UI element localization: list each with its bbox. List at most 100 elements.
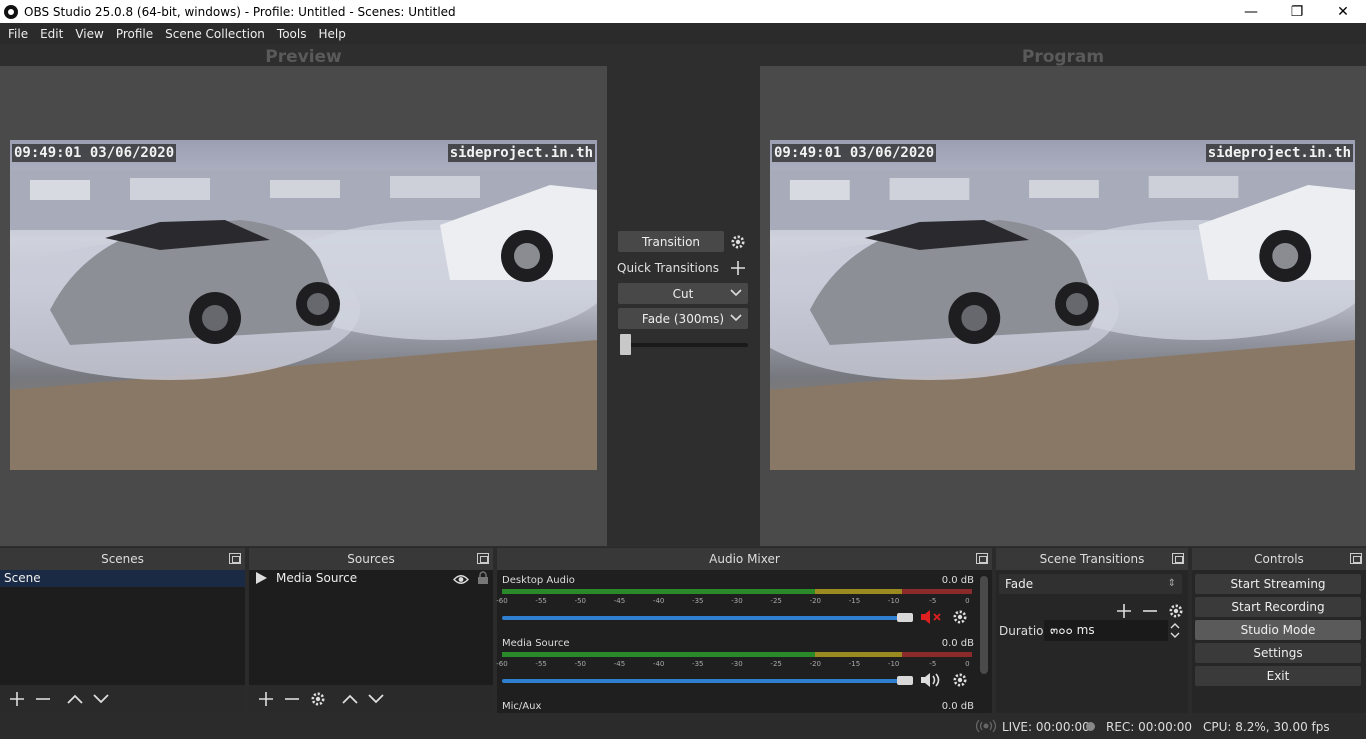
preview-timestamp: 09:49:01 03/06/2020 xyxy=(12,144,177,162)
settings-button[interactable]: Settings xyxy=(1195,643,1361,663)
scene-transitions-dock: Scene Transitions Fade ⇕ Duration ๓๐๐ ms xyxy=(996,548,1188,713)
volume-slider-handle[interactable] xyxy=(897,613,913,622)
tick-label: -35 xyxy=(692,597,704,605)
tick-label: -5 xyxy=(929,660,937,668)
duration-input[interactable]: ๓๐๐ ms xyxy=(1044,620,1168,641)
undock-icon[interactable] xyxy=(1350,553,1362,564)
chevron-down-icon xyxy=(730,312,742,326)
tick-label: -40 xyxy=(652,597,665,605)
fade-button[interactable]: Fade (300ms) xyxy=(618,308,748,329)
add-quick-transition-icon[interactable] xyxy=(728,258,748,278)
tick-label: -25 xyxy=(770,597,782,605)
speaker-icon[interactable] xyxy=(920,672,944,691)
move-up-icon[interactable] xyxy=(337,686,363,712)
add-scene-icon[interactable] xyxy=(4,686,30,712)
menu-bar: File Edit View Profile Scene Collection … xyxy=(0,23,1366,44)
tick-label: -45 xyxy=(613,660,626,668)
tbar-track[interactable] xyxy=(621,343,748,347)
tick-label: -5 xyxy=(929,597,937,605)
undock-icon[interactable] xyxy=(477,553,489,564)
live-status: LIVE: 00:00:00 xyxy=(1002,720,1090,734)
transition-button[interactable]: Transition xyxy=(618,231,724,252)
meter-ticks: -60 -55 -50 -45 -40 -35 -30 -25 -20 -15 … xyxy=(496,597,972,607)
start-streaming-button[interactable]: Start Streaming xyxy=(1195,574,1361,594)
eye-icon[interactable] xyxy=(453,573,469,590)
tick-label: -25 xyxy=(770,660,782,668)
exit-button[interactable]: Exit xyxy=(1195,666,1361,686)
undock-icon[interactable] xyxy=(1172,553,1184,564)
channel-name: Mic/Aux xyxy=(502,701,542,712)
studio-mode-button[interactable]: Studio Mode xyxy=(1195,620,1361,640)
program-pane[interactable]: 09:49:01 03/06/2020 sideproject.in.th xyxy=(760,66,1366,546)
scenes-dock: Scenes Scene xyxy=(0,548,245,713)
tick-label: -60 xyxy=(496,660,508,668)
close-button[interactable]: ✕ xyxy=(1320,0,1366,23)
window-controls: — ❐ ✕ xyxy=(1228,0,1366,23)
scene-transitions-title-text: Scene Transitions xyxy=(1039,552,1145,566)
program-timestamp: 09:49:01 03/06/2020 xyxy=(772,144,937,162)
speaker-muted-icon[interactable] xyxy=(920,609,944,628)
menu-profile[interactable]: Profile xyxy=(110,27,159,41)
preview-pane[interactable]: 09:49:01 03/06/2020 sideproject.in.th xyxy=(0,66,607,546)
preview-label: Preview xyxy=(265,47,342,67)
menu-tools[interactable]: Tools xyxy=(271,27,313,41)
channel-gear-icon[interactable] xyxy=(952,672,968,691)
volume-slider[interactable] xyxy=(502,616,907,620)
spin-up-icon[interactable] xyxy=(1170,622,1180,629)
source-properties-gear-icon[interactable] xyxy=(305,686,331,712)
volume-slider[interactable] xyxy=(502,679,907,683)
play-icon xyxy=(255,572,267,589)
sources-title: Sources xyxy=(249,548,493,570)
menu-edit[interactable]: Edit xyxy=(34,27,69,41)
remove-scene-icon[interactable] xyxy=(30,686,56,712)
move-down-icon[interactable] xyxy=(363,686,389,712)
minimize-button[interactable]: — xyxy=(1228,0,1274,23)
transition-gear-icon[interactable] xyxy=(728,231,748,252)
tick-label: -20 xyxy=(809,597,822,605)
spin-down-icon[interactable] xyxy=(1170,632,1180,639)
menu-view[interactable]: View xyxy=(69,27,109,41)
lock-icon[interactable] xyxy=(477,571,489,590)
move-down-icon[interactable] xyxy=(88,686,114,712)
tick-label: -10 xyxy=(887,597,900,605)
rec-status: REC: 00:00:00 xyxy=(1106,720,1193,734)
program-watermark: sideproject.in.th xyxy=(1205,144,1353,162)
channel-gear-icon[interactable] xyxy=(952,609,968,628)
scenes-toolbar xyxy=(0,685,245,713)
duration-spinner[interactable] xyxy=(1168,620,1182,641)
mixer-scrollbar[interactable] xyxy=(980,576,988,674)
channel-name: Desktop Audio xyxy=(502,575,575,586)
transition-select-value: Fade xyxy=(1005,577,1034,591)
title-bar: OBS Studio 25.0.8 (64-bit, windows) - Pr… xyxy=(0,0,1366,23)
program-label: Program xyxy=(1021,47,1105,67)
tick-label: -15 xyxy=(848,597,861,605)
preview-watermark: sideproject.in.th xyxy=(447,144,595,162)
start-recording-button[interactable]: Start Recording xyxy=(1195,597,1361,617)
volume-meter xyxy=(502,589,972,594)
tick-label: 0 xyxy=(965,660,970,668)
channel-name: Media Source xyxy=(502,638,570,649)
add-source-icon[interactable] xyxy=(253,686,279,712)
cpu-status: CPU: 8.2%, 30.00 fps xyxy=(1203,720,1330,734)
undock-icon[interactable] xyxy=(229,553,241,564)
menu-help[interactable]: Help xyxy=(312,27,351,41)
undock-icon[interactable] xyxy=(976,553,988,564)
scene-list-item[interactable]: Scene xyxy=(0,570,245,587)
menu-file[interactable]: File xyxy=(2,27,34,41)
cut-label: Cut xyxy=(672,286,694,301)
scenes-title-text: Scenes xyxy=(101,552,144,566)
program-video: 09:49:01 03/06/2020 sideproject.in.th xyxy=(770,140,1355,470)
audio-mixer-title: Audio Mixer xyxy=(497,548,992,570)
tbar-handle[interactable] xyxy=(620,334,631,355)
menu-scene-collection[interactable]: Scene Collection xyxy=(159,27,271,41)
source-list-item[interactable]: Media Source xyxy=(249,570,493,587)
remove-source-icon[interactable] xyxy=(279,686,305,712)
move-up-icon[interactable] xyxy=(62,686,88,712)
transition-panel: Transition Quick Transitions Cut Fade (3… xyxy=(607,66,760,546)
tick-label: -55 xyxy=(535,597,547,605)
restore-button[interactable]: ❐ xyxy=(1274,0,1320,23)
window-title: OBS Studio 25.0.8 (64-bit, windows) - Pr… xyxy=(24,4,456,19)
volume-slider-handle[interactable] xyxy=(897,676,913,685)
cut-button[interactable]: Cut xyxy=(618,283,748,304)
transition-select[interactable]: Fade ⇕ xyxy=(999,574,1182,594)
